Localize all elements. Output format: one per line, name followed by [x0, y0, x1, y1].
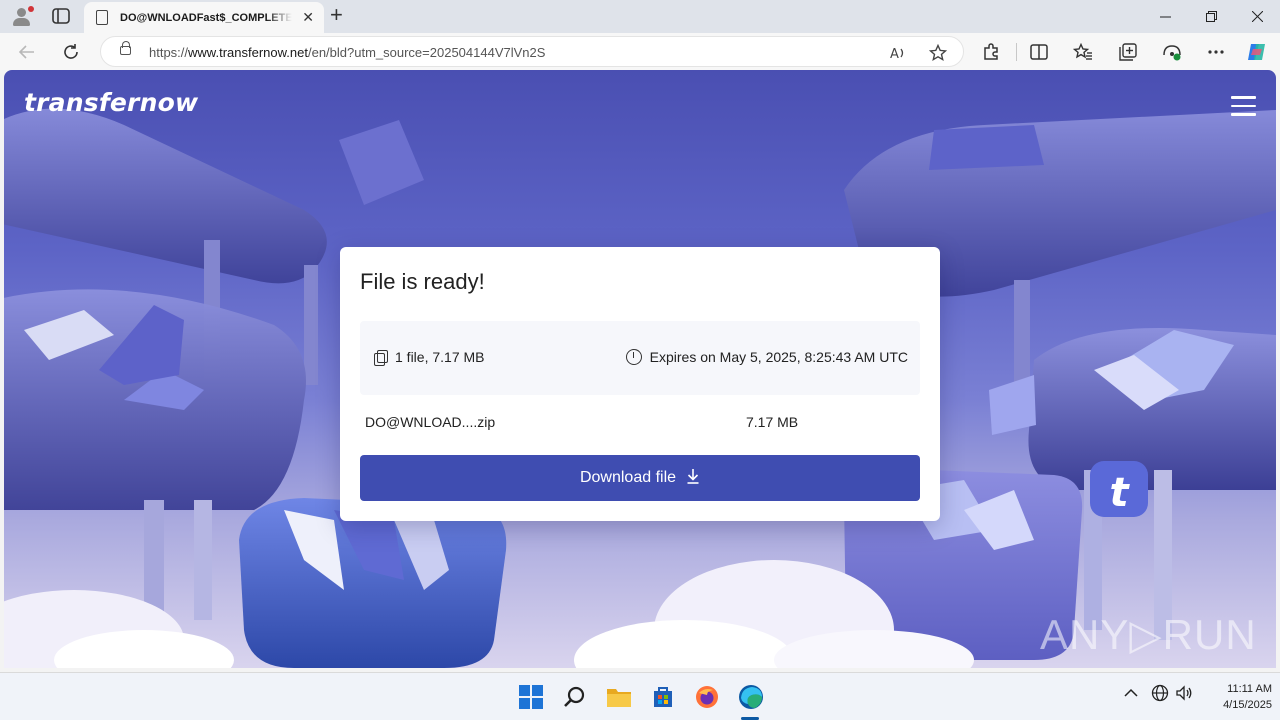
url-text[interactable]: https://www.transfernow.net/en/bld?utm_s… — [149, 45, 545, 60]
close-window-button[interactable] — [1234, 0, 1280, 33]
windows-start-icon[interactable] — [517, 683, 545, 711]
back-icon[interactable] — [14, 39, 40, 65]
file-summary: 1 file, 7.17 MB — [374, 349, 485, 366]
expiry-text: Expires on May 5, 2025, 8:25:43 AM UTC — [649, 349, 908, 365]
menu-icon[interactable] — [1231, 96, 1256, 116]
brand-logo[interactable]: transfernow — [24, 88, 198, 117]
clock-date: 4/15/2025 — [1223, 699, 1272, 711]
download-icon — [686, 468, 700, 488]
collections-icon[interactable] — [1117, 41, 1139, 63]
profile-icon[interactable] — [8, 4, 36, 28]
taskbar: 11:11 AM 4/15/2025 — [0, 672, 1280, 720]
system-clock[interactable]: 11:11 AM 4/15/2025 — [1196, 681, 1272, 713]
edge-icon[interactable] — [737, 683, 765, 711]
clock-time: 11:11 AM — [1227, 683, 1272, 695]
download-button-label: Download file — [579, 469, 677, 486]
clock-icon — [625, 349, 642, 365]
minimize-button[interactable] — [1142, 0, 1188, 33]
file-info-box: 1 file, 7.17 MB Expires on May 5, 2025, … — [360, 321, 920, 395]
url-path: /en/bld?utm_source=202504144V7lVn2S — [307, 45, 546, 60]
page-viewport: t transfernow File is ready! 1 file, 7.1… — [4, 70, 1276, 668]
watermark: ANY▷RUN — [1040, 611, 1257, 658]
browser-toolbar: https://www.transfernow.net/en/bld?utm_s… — [0, 33, 1280, 70]
copilot-icon[interactable] — [1246, 41, 1268, 63]
new-tab-button[interactable]: + — [330, 4, 343, 26]
file-summary-text: 1 file, 7.17 MB — [395, 349, 485, 365]
refresh-icon[interactable] — [58, 39, 84, 65]
download-file-button[interactable]: Download file — [360, 455, 920, 501]
svg-text:A: A — [890, 47, 899, 61]
read-aloud-icon[interactable]: A — [887, 42, 909, 64]
more-icon[interactable] — [1205, 41, 1227, 63]
tab-title: DO@WNLOADFast$_COMPLETED — [120, 11, 292, 24]
favorite-icon[interactable] — [927, 42, 949, 64]
store-icon[interactable] — [649, 683, 677, 711]
favorites-icon[interactable] — [1072, 41, 1094, 63]
extensions-icon[interactable] — [980, 41, 1002, 63]
firefox-icon[interactable] — [693, 683, 721, 711]
file-explorer-icon[interactable] — [605, 683, 633, 711]
tab-strip: DO@WNLOADFast$_COMPLETED ✕ + — [0, 0, 1280, 33]
split-screen-icon[interactable] — [1028, 41, 1050, 63]
file-row: DO@WNLOAD....zip 7.17 MB — [365, 414, 915, 430]
close-tab-icon[interactable]: ✕ — [302, 9, 314, 26]
url-host: www.transfernow.net — [188, 45, 308, 60]
volume-icon[interactable] — [1175, 684, 1193, 705]
file-name: DO@WNLOAD....zip — [365, 414, 496, 430]
restore-button[interactable] — [1188, 0, 1234, 33]
svg-text:t: t — [1109, 470, 1130, 516]
file-size: 7.17 MB — [746, 414, 799, 430]
lock-icon[interactable] — [120, 41, 131, 55]
url-scheme: https:// — [149, 45, 189, 60]
address-bar[interactable]: https://www.transfernow.net/en/bld?utm_s… — [100, 36, 964, 67]
search-icon[interactable] — [561, 683, 589, 711]
tab-actions-icon[interactable] — [50, 6, 72, 26]
toolbar-divider — [1016, 43, 1017, 61]
expiry-info: Expires on May 5, 2025, 8:25:43 AM UTC — [625, 349, 908, 365]
network-icon[interactable] — [1151, 684, 1169, 705]
page-icon — [96, 10, 108, 25]
active-tab[interactable]: DO@WNLOADFast$_COMPLETED ✕ — [84, 2, 324, 33]
copy-icon — [374, 350, 388, 366]
performance-icon[interactable] — [1161, 41, 1183, 63]
card-heading: File is ready! — [360, 269, 485, 294]
tray-chevron-icon[interactable] — [1124, 685, 1138, 701]
download-card: File is ready! 1 file, 7.17 MB Expires o… — [340, 247, 940, 521]
